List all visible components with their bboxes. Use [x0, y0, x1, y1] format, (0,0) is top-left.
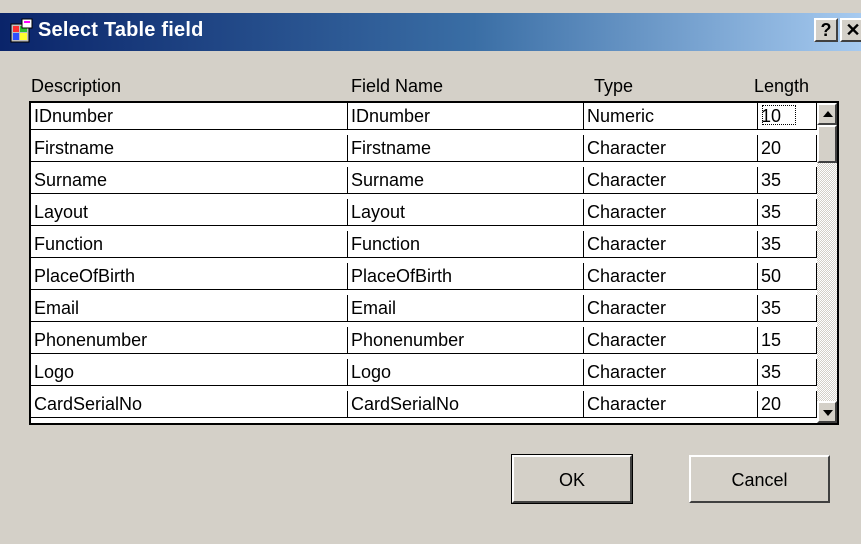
cell-type[interactable]: Character: [584, 295, 758, 322]
cell-field-name[interactable]: Surname: [348, 167, 584, 194]
cell-length[interactable]: 15: [758, 327, 817, 354]
arrow-up-icon: [823, 111, 833, 117]
cell-type[interactable]: Character: [584, 135, 758, 162]
title-bar[interactable]: Select Table field ? ✕: [0, 13, 861, 51]
vertical-scrollbar[interactable]: [817, 103, 837, 423]
cell-type[interactable]: Character: [584, 167, 758, 194]
column-header-description[interactable]: Description: [31, 76, 121, 97]
table-row[interactable]: Logo Logo Character 35: [31, 359, 817, 386]
table-row[interactable]: Firstname Firstname Character 20: [31, 135, 817, 162]
cell-length[interactable]: 35: [758, 167, 817, 194]
cell-description[interactable]: Email: [31, 295, 348, 322]
cell-length[interactable]: 35: [758, 231, 817, 258]
cell-type[interactable]: Character: [584, 231, 758, 258]
cell-field-name[interactable]: Email: [348, 295, 584, 322]
cell-type[interactable]: Numeric: [584, 103, 758, 130]
cell-type[interactable]: Character: [584, 263, 758, 290]
cell-type[interactable]: Character: [584, 391, 758, 418]
cell-type[interactable]: Character: [584, 359, 758, 386]
cell-length-value: 10: [761, 106, 782, 126]
column-header-type[interactable]: Type: [594, 76, 633, 97]
scroll-up-button[interactable]: [817, 103, 837, 125]
cell-field-name[interactable]: Function: [348, 231, 584, 258]
cell-description[interactable]: Phonenumber: [31, 327, 348, 354]
cell-description[interactable]: Surname: [31, 167, 348, 194]
table-row[interactable]: IDnumber IDnumber Numeric 10: [31, 103, 817, 130]
help-button[interactable]: ?: [814, 18, 838, 42]
cell-description[interactable]: Function: [31, 231, 348, 258]
table-row[interactable]: Phonenumber Phonenumber Character 15: [31, 327, 817, 354]
fields-table[interactable]: IDnumber IDnumber Numeric 10 Firstname F…: [29, 101, 839, 425]
table-row[interactable]: Layout Layout Character 35: [31, 199, 817, 226]
table-row[interactable]: Surname Surname Character 35: [31, 167, 817, 194]
cell-field-name[interactable]: CardSerialNo: [348, 391, 584, 418]
cell-length[interactable]: 35: [758, 295, 817, 322]
window-title: Select Table field: [38, 19, 204, 41]
cell-description[interactable]: Firstname: [31, 135, 348, 162]
column-header-length[interactable]: Length: [754, 76, 809, 97]
cell-length[interactable]: 50: [758, 263, 817, 290]
ok-button[interactable]: OK: [511, 454, 633, 504]
cell-type[interactable]: Character: [584, 327, 758, 354]
scroll-down-button[interactable]: [817, 401, 837, 423]
table-row[interactable]: Function Function Character 35: [31, 231, 817, 258]
cell-length[interactable]: 20: [758, 135, 817, 162]
cell-length[interactable]: 35: [758, 359, 817, 386]
cell-type[interactable]: Character: [584, 199, 758, 226]
cell-description[interactable]: IDnumber: [31, 103, 348, 130]
table-row[interactable]: PlaceOfBirth PlaceOfBirth Character 50: [31, 263, 817, 290]
scroll-thumb[interactable]: [817, 125, 837, 163]
cell-length[interactable]: 35: [758, 199, 817, 226]
table-row[interactable]: CardSerialNo CardSerialNo Character 20: [31, 391, 817, 418]
cell-length[interactable]: 10: [758, 103, 817, 130]
cell-field-name[interactable]: IDnumber: [348, 103, 584, 130]
cell-description[interactable]: CardSerialNo: [31, 391, 348, 418]
column-header-field-name[interactable]: Field Name: [351, 76, 443, 97]
cell-field-name[interactable]: Logo: [348, 359, 584, 386]
close-button[interactable]: ✕: [840, 18, 861, 42]
cell-field-name[interactable]: Firstname: [348, 135, 584, 162]
arrow-down-icon: [823, 410, 833, 416]
cancel-button[interactable]: Cancel: [689, 455, 830, 503]
cell-field-name[interactable]: PlaceOfBirth: [348, 263, 584, 290]
table-row[interactable]: Email Email Character 35: [31, 295, 817, 322]
cell-length[interactable]: 20: [758, 391, 817, 418]
cell-description[interactable]: Layout: [31, 199, 348, 226]
cell-description[interactable]: PlaceOfBirth: [31, 263, 348, 290]
cell-description[interactable]: Logo: [31, 359, 348, 386]
cell-field-name[interactable]: Layout: [348, 199, 584, 226]
app-icon: [10, 18, 33, 43]
cell-field-name[interactable]: Phonenumber: [348, 327, 584, 354]
